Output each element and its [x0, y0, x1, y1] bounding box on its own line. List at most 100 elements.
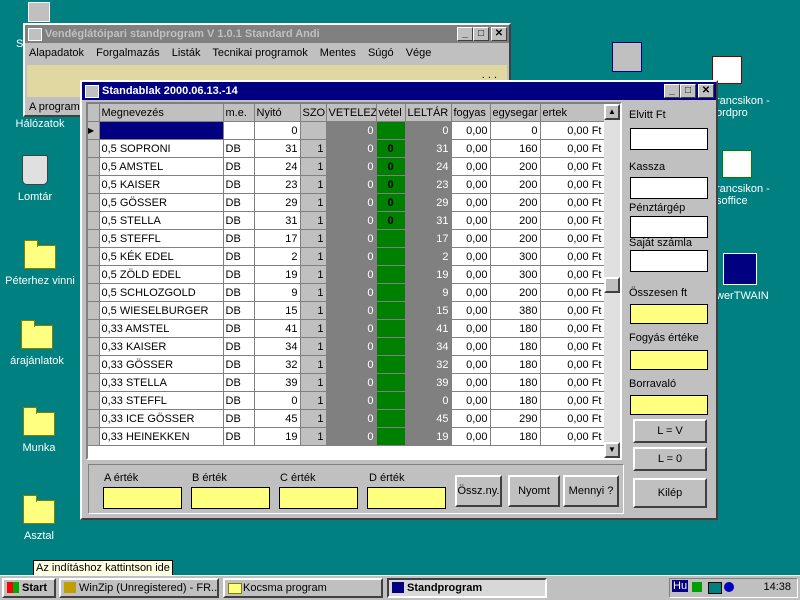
table-cell[interactable]: 0,5 ZÖLD EDEL — [99, 265, 224, 284]
table-cell[interactable] — [376, 229, 406, 248]
table-cell[interactable]: 2 — [254, 247, 301, 266]
nyomtatas-button[interactable]: Nyomt — [508, 475, 560, 507]
table-cell[interactable]: 0,00 Ft — [540, 175, 605, 194]
table-cell[interactable]: DB — [223, 319, 255, 338]
table-cell[interactable]: 0,00 — [451, 175, 491, 194]
table-row[interactable]: 0,33 KAISER DB 34 1 0 34 0,00 180 0,00 Ft — [88, 337, 605, 356]
shortcut-icon[interactable] — [612, 42, 642, 72]
row-selector[interactable] — [88, 193, 100, 212]
table-row[interactable]: 0,33 STEFFL DB 0 1 0 0 0,00 180 0,00 Ft — [88, 391, 605, 410]
c-ertek-field[interactable] — [279, 487, 358, 509]
table-cell[interactable] — [99, 121, 224, 140]
table-cell[interactable]: 0 — [376, 211, 406, 230]
minimize-button[interactable]: _ — [457, 27, 473, 41]
table-cell[interactable]: 0 — [326, 193, 377, 212]
table-cell[interactable]: 0,00 Ft — [540, 409, 605, 428]
table-cell[interactable]: 0,00 — [451, 391, 491, 410]
menu-item-forgalmazas[interactable]: Forgalmazás — [96, 47, 160, 59]
table-cell[interactable]: 1 — [300, 283, 327, 302]
table-cell[interactable]: 0,00 Ft — [540, 265, 605, 284]
table-cell[interactable]: 0,00 — [451, 301, 491, 320]
table-cell[interactable]: DB — [223, 355, 255, 374]
table-cell[interactable]: 1 — [300, 319, 327, 338]
table-cell[interactable]: 17 — [254, 229, 301, 248]
table-cell[interactable]: 200 — [490, 229, 541, 248]
table-row[interactable]: 0,5 ZÖLD EDEL DB 19 1 0 19 0,00 300 0,00 Ft — [88, 265, 605, 284]
table-cell[interactable]: 0,00 — [451, 283, 491, 302]
table-cell[interactable]: 0,00 Ft — [540, 391, 605, 410]
table-cell[interactable]: 32 — [254, 355, 301, 374]
table-cell[interactable]: 0,00 Ft — [540, 355, 605, 374]
table-cell[interactable]: 0,00 Ft — [540, 301, 605, 320]
row-selector[interactable] — [88, 229, 100, 248]
table-cell[interactable]: 0 — [405, 391, 452, 410]
table-cell[interactable]: 24 — [405, 157, 452, 176]
table-row[interactable]: ▶ 0 0 0 0,00 0 0,00 Ft — [88, 121, 605, 140]
table-cell[interactable]: 200 — [490, 211, 541, 230]
desktop-icon-peterhez[interactable]: Péterhez vinni — [5, 240, 75, 287]
row-selector[interactable] — [88, 427, 100, 446]
table-cell[interactable]: DB — [223, 391, 255, 410]
table-cell[interactable] — [376, 319, 406, 338]
elvitt-field[interactable] — [630, 128, 708, 150]
scroll-thumb[interactable] — [604, 277, 620, 293]
row-selector[interactable] — [88, 319, 100, 338]
table-cell[interactable]: 1 — [300, 175, 327, 194]
table-cell[interactable]: 0 — [326, 355, 377, 374]
table-cell[interactable] — [376, 373, 406, 392]
table-cell[interactable]: 0,00 Ft — [540, 139, 605, 158]
desktop-icon-wordpro[interactable]: rancsikon - ordpro — [716, 95, 800, 119]
stock-grid[interactable]: Megnevezés m.e. Nyitó SZO VETELEZ vétel LELTÁR… — [86, 102, 622, 460]
task-standprogram[interactable]: Standprogram — [387, 578, 547, 598]
table-cell[interactable]: 160 — [490, 139, 541, 158]
table-cell[interactable]: 17 — [405, 229, 452, 248]
table-cell[interactable]: 2 — [405, 247, 452, 266]
table-cell[interactable] — [376, 391, 406, 410]
table-cell[interactable]: 23 — [405, 175, 452, 194]
table-cell[interactable]: 180 — [490, 337, 541, 356]
table-row[interactable]: 0,5 AMSTEL DB 24 1 0 0 24 0,00 200 0,00 Ft — [88, 157, 605, 176]
table-cell[interactable]: 200 — [490, 193, 541, 212]
table-cell[interactable]: 1 — [300, 229, 327, 248]
maximize-button[interactable]: □ — [680, 84, 696, 98]
table-cell[interactable]: 0 — [326, 427, 377, 446]
table-cell[interactable]: 0,00 Ft — [540, 283, 605, 302]
table-cell[interactable]: DB — [223, 409, 255, 428]
row-selector[interactable] — [88, 157, 100, 176]
table-cell[interactable]: 1 — [300, 139, 327, 158]
table-cell[interactable]: 180 — [490, 427, 541, 446]
column-header[interactable]: vétel — [376, 104, 406, 122]
table-row[interactable]: 0,33 ICE GÖSSER DB 45 1 0 45 0,00 290 0,00 Ft — [88, 409, 605, 428]
table-cell[interactable]: 0 — [326, 157, 377, 176]
table-cell[interactable]: DB — [223, 265, 255, 284]
table-cell[interactable]: DB — [223, 247, 255, 266]
table-cell[interactable]: 0 — [326, 337, 377, 356]
table-cell[interactable]: 1 — [300, 427, 327, 446]
table-cell[interactable]: 180 — [490, 391, 541, 410]
table-cell[interactable]: 45 — [254, 409, 301, 428]
table-row[interactable]: 0,5 SOPRONI DB 31 1 0 0 31 0,00 160 0,00 Ft — [88, 139, 605, 158]
close-button[interactable]: ✕ — [698, 84, 714, 98]
sajat-szamla-field[interactable] — [630, 250, 708, 272]
row-selector[interactable] — [88, 247, 100, 266]
table-cell[interactable]: 45 — [405, 409, 452, 428]
d-ertek-field[interactable] — [367, 487, 446, 509]
table-row[interactable]: 0,5 STELLA DB 31 1 0 0 31 0,00 200 0,00 Ft — [88, 211, 605, 230]
table-cell[interactable]: 0 — [326, 301, 377, 320]
table-cell[interactable]: 23 — [254, 175, 301, 194]
table-cell[interactable]: 0,00 Ft — [540, 121, 605, 140]
table-cell[interactable]: 0,00 — [451, 409, 491, 428]
tray-monitor-icon[interactable] — [708, 582, 722, 594]
table-cell[interactable]: DB — [223, 211, 255, 230]
penztargep-field[interactable] — [630, 216, 708, 238]
table-cell[interactable]: DB — [223, 157, 255, 176]
main-window-titlebar[interactable]: Vendéglátóipari standprogram V 1.0.1 Sta… — [25, 25, 509, 43]
table-cell[interactable] — [376, 283, 406, 302]
table-cell[interactable] — [376, 247, 406, 266]
table-cell[interactable]: 15 — [254, 301, 301, 320]
table-cell[interactable] — [376, 427, 406, 446]
table-cell[interactable] — [376, 409, 406, 428]
table-cell[interactable]: 0,00 — [451, 355, 491, 374]
table-row[interactable]: 0,33 HEINEKKEN DB 19 1 0 19 0,00 180 0,00 Ft — [88, 427, 605, 446]
table-cell[interactable]: 200 — [490, 283, 541, 302]
